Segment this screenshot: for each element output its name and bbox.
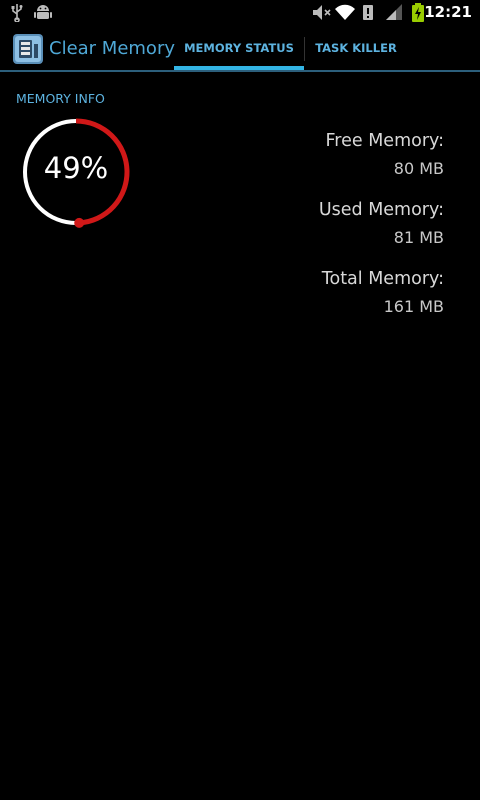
- total-memory-label: Total Memory:: [321, 269, 444, 289]
- gauge-marker: [74, 217, 85, 228]
- data-icon: [363, 5, 373, 20]
- action-bar-divider: [0, 70, 480, 72]
- android-debug-icon: [34, 5, 52, 19]
- memory-percent-label: 49%: [43, 151, 109, 185]
- wifi-icon: [335, 4, 355, 20]
- free-memory-label: Free Memory:: [325, 131, 445, 151]
- free-memory-value: 80 MB: [393, 159, 444, 178]
- mute-icon: [313, 5, 331, 20]
- usb-icon: [11, 4, 23, 22]
- tab-task-killer[interactable]: TASK KILLER: [306, 25, 406, 72]
- action-bar: Clear Memory MEMORY STATUS TASK KILLER: [0, 25, 480, 72]
- tab-divider: [304, 37, 305, 61]
- memory-info-header: MEMORY INFO: [16, 91, 105, 106]
- used-memory-value: 81 MB: [393, 228, 444, 247]
- status-bar: 12:21: [0, 0, 480, 25]
- status-clock: 12:21: [424, 3, 472, 21]
- free-memory-group: Free Memory: 80 MB: [244, 130, 445, 180]
- memory-stats: Free Memory: 80 MB Used Memory: 81 MB To…: [244, 130, 444, 337]
- app-memory-icon: [13, 34, 43, 64]
- tab-memory-status[interactable]: MEMORY STATUS: [174, 25, 304, 72]
- total-memory-group: Total Memory: 161 MB: [244, 268, 444, 318]
- battery-charging-icon: [412, 3, 424, 22]
- signal-icon: [386, 4, 402, 20]
- used-memory-label: Used Memory:: [318, 200, 444, 220]
- total-memory-value: 161 MB: [383, 297, 444, 316]
- app-title: Clear Memory: [49, 38, 175, 59]
- used-memory-group: Used Memory: 81 MB: [244, 199, 444, 249]
